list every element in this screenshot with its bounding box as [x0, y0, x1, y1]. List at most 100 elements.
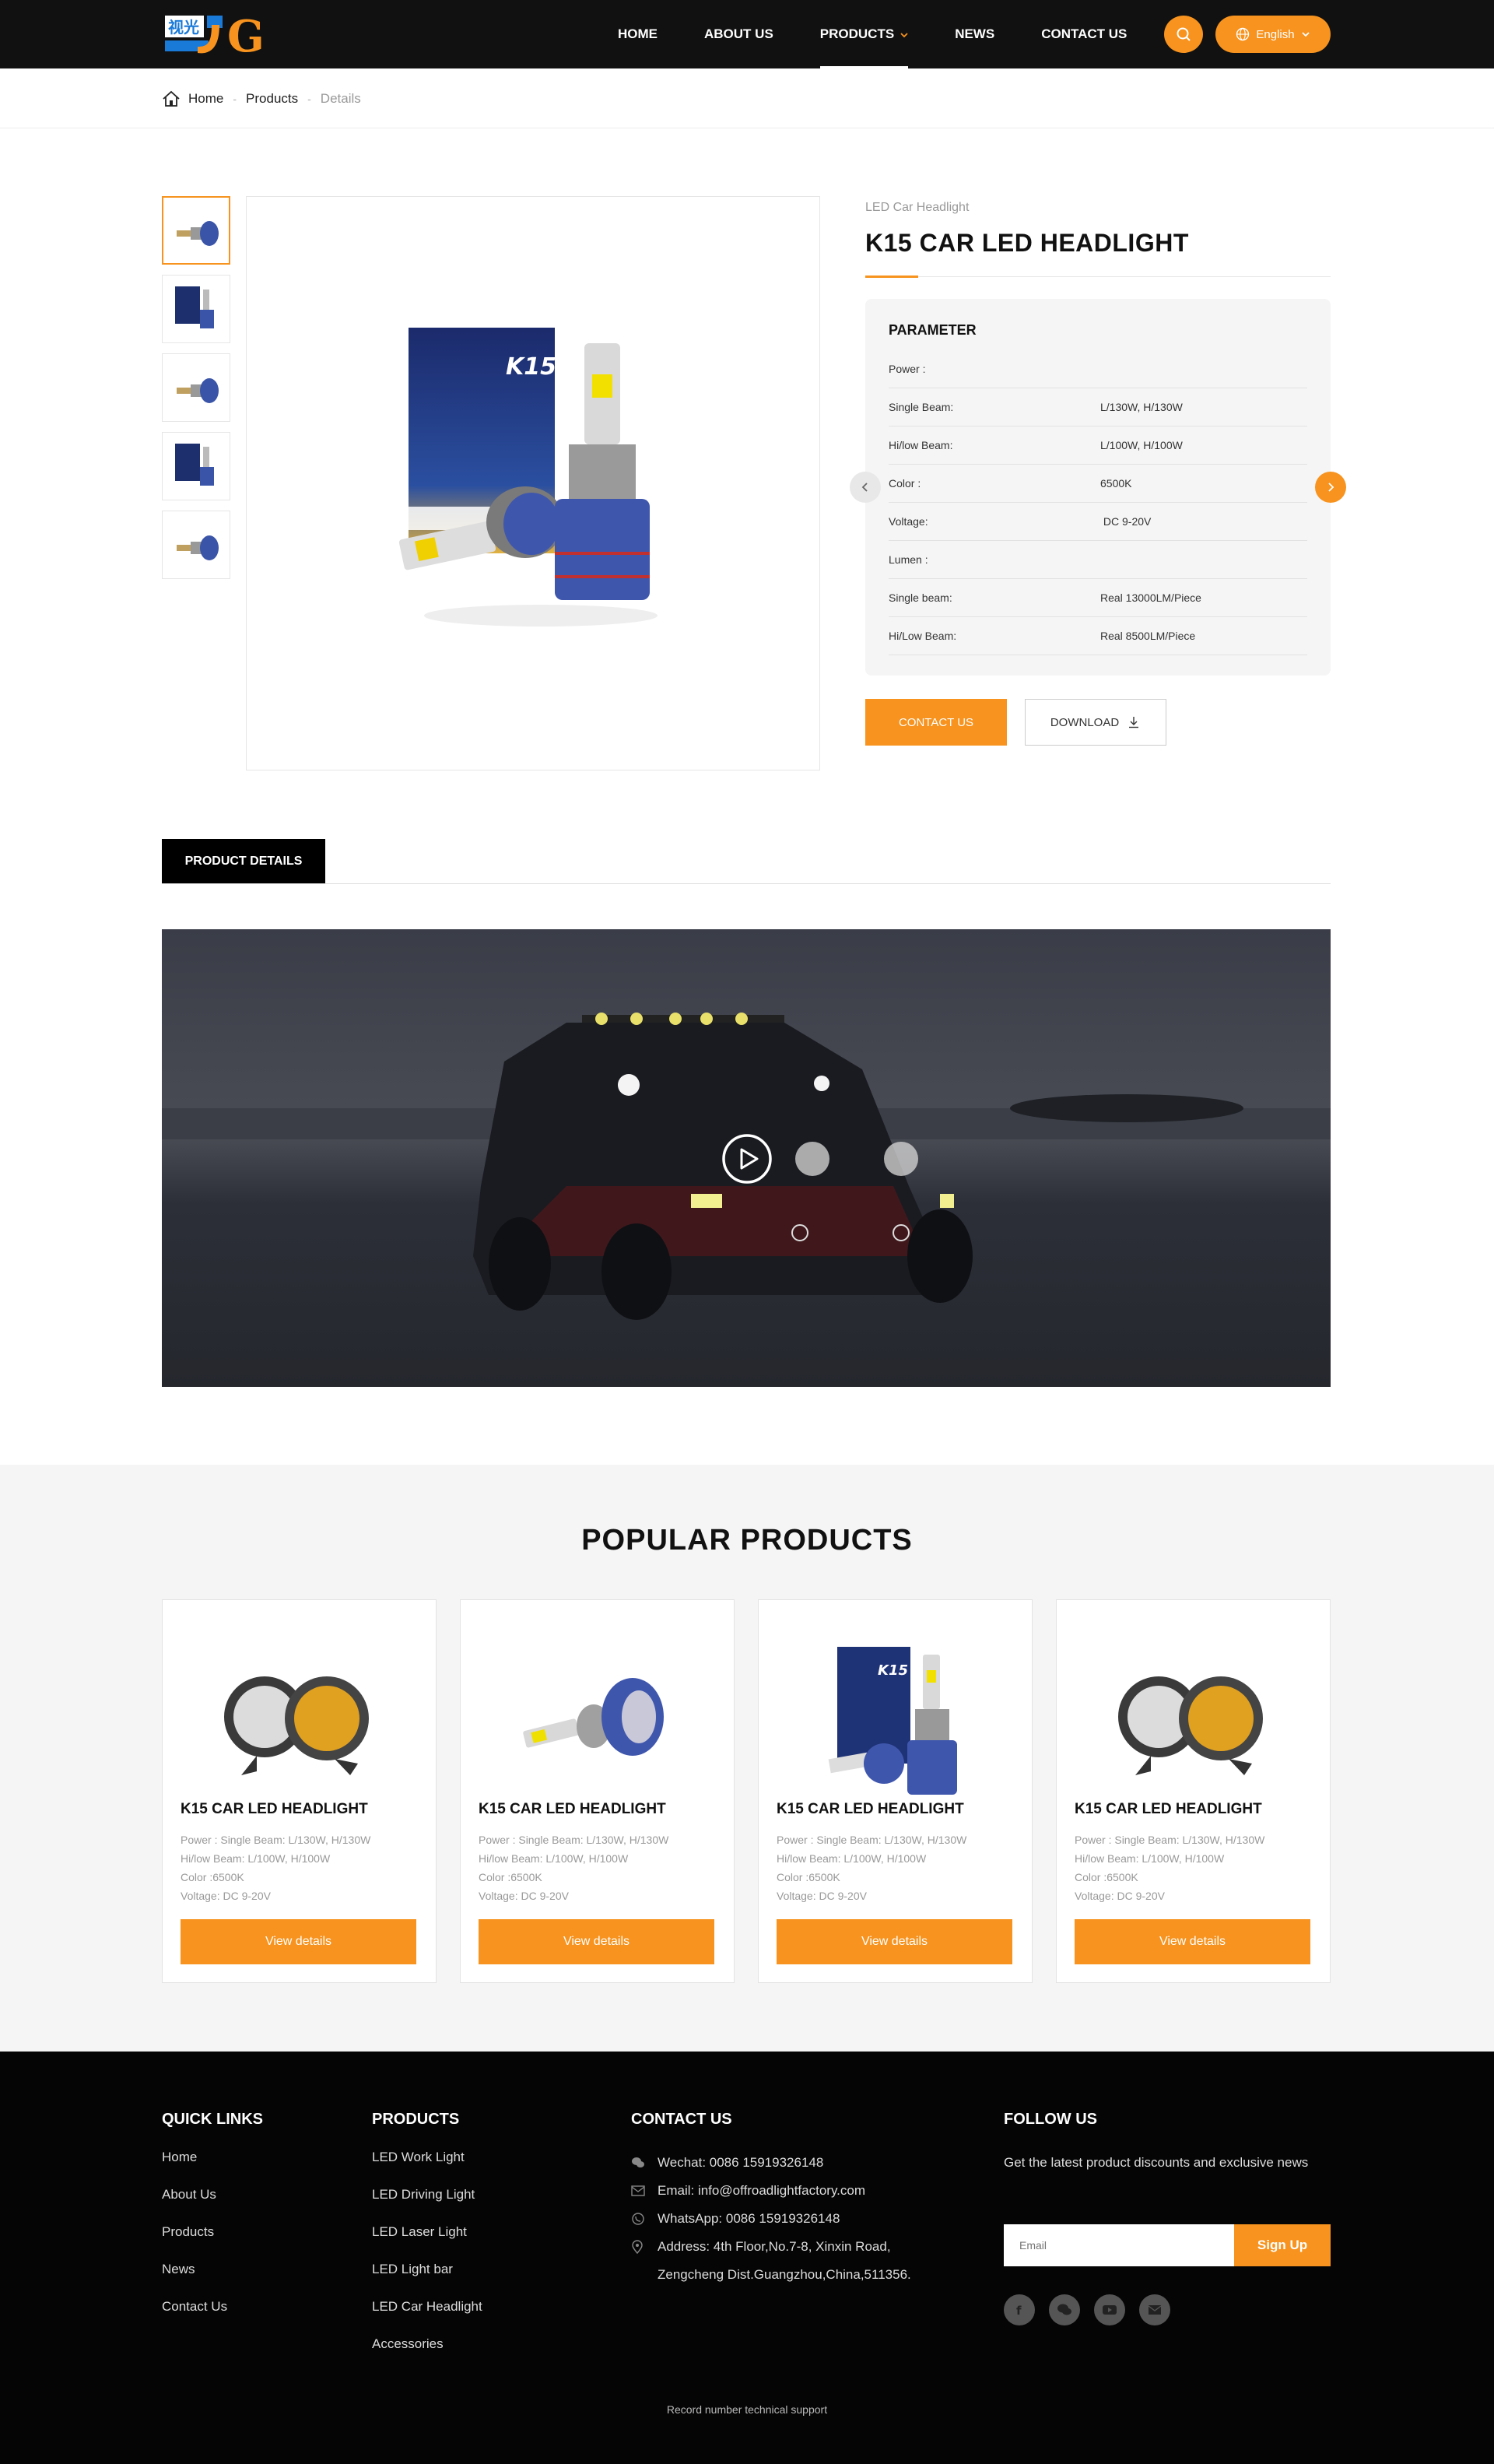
view-details-button[interactable]: View details: [181, 1919, 416, 1964]
whatsapp-icon: [631, 2205, 648, 2233]
spec-line: Voltage: DC 9-20V: [1075, 1890, 1165, 1902]
globe-icon: [1236, 27, 1250, 41]
parameter-key: Hi/Low Beam:: [889, 630, 957, 642]
wechat-icon: [631, 2149, 648, 2177]
download-button[interactable]: DOWNLOAD: [1025, 699, 1166, 746]
svg-text:K15: K15: [878, 1662, 908, 1679]
thumbnail-3[interactable]: [162, 353, 230, 422]
footer-wechat: Wechat: 0086 15919326148: [631, 2149, 911, 2177]
wechat-icon[interactable]: [1049, 2294, 1080, 2325]
footer-link-news[interactable]: News: [162, 2261, 263, 2298]
mail-icon[interactable]: [1139, 2294, 1170, 2325]
email-input[interactable]: [1004, 2224, 1234, 2266]
parameter-key: Single Beam:: [889, 401, 954, 413]
parameter-row: Single beam: Real 13000LM/Piece: [889, 579, 1307, 617]
breadcrumb-separator: -: [307, 93, 311, 105]
chevron-left-icon: [861, 483, 868, 492]
product-card-title[interactable]: K15 CAR LED HEADLIGHT: [181, 1801, 368, 1818]
footer-link-about-us[interactable]: About Us: [162, 2186, 263, 2224]
parameter-row: Hi/low Beam: L/100W, H/100W: [889, 426, 1307, 465]
footer-link-led-laser-light[interactable]: LED Laser Light: [372, 2224, 482, 2261]
parameter-row: Voltage: DC 9-20V: [889, 503, 1307, 541]
footer-link-led-work-light[interactable]: LED Work Light: [372, 2149, 482, 2186]
product-card-specs: Power : Single Beam: L/130W, H/130W Hi/l…: [1075, 1830, 1264, 1905]
nav-products[interactable]: PRODUCTS: [797, 0, 931, 68]
product-card[interactable]: K15 K15 CAR LED HEADLIGHT Power : Single…: [758, 1599, 1033, 1983]
nav-contact-us[interactable]: CONTACT US: [1018, 0, 1150, 68]
footer-link-led-driving-light[interactable]: LED Driving Light: [372, 2186, 482, 2224]
play-button[interactable]: [721, 1133, 773, 1185]
breadcrumb-products[interactable]: Products: [246, 91, 298, 107]
play-icon: [722, 1134, 772, 1184]
footer-link-contact-us[interactable]: Contact Us: [162, 2298, 263, 2336]
site-header: 视光 G HOME ABOUT US PRODUCTS NEWS CONTACT…: [0, 0, 1494, 68]
nav-news[interactable]: NEWS: [931, 0, 1018, 68]
tab-product-details[interactable]: PRODUCT DETAILS: [162, 839, 325, 884]
spec-line: Voltage: DC 9-20V: [479, 1890, 569, 1902]
footer-whatsapp[interactable]: WhatsApp: 0086 15919326148: [631, 2205, 911, 2233]
chevron-down-icon: [1301, 32, 1310, 37]
main-product-image[interactable]: K15: [246, 196, 820, 770]
product-card-title[interactable]: K15 CAR LED HEADLIGHT: [1075, 1801, 1262, 1818]
footer-link-accessories[interactable]: Accessories: [372, 2336, 482, 2373]
spec-line: Color :6500K: [1075, 1871, 1138, 1883]
footer-follow: FOLLOW US Get the latest product discoun…: [1004, 2111, 1338, 2177]
spec-line: Power : Single Beam: L/130W, H/130W: [181, 1834, 371, 1846]
view-details-button[interactable]: View details: [1075, 1919, 1310, 1964]
facebook-icon[interactable]: f: [1004, 2294, 1035, 2325]
footer-whatsapp-text: WhatsApp: 0086 15919326148: [658, 2211, 840, 2226]
search-icon: [1177, 27, 1191, 41]
thumbnail-4[interactable]: [162, 432, 230, 500]
thumbnail-list: [162, 196, 232, 589]
divider: [162, 883, 1331, 884]
home-icon: [163, 90, 180, 107]
product-card[interactable]: K15 CAR LED HEADLIGHT Power : Single Bea…: [162, 1599, 437, 1983]
search-button[interactable]: [1164, 16, 1203, 53]
spec-line: Power : Single Beam: L/130W, H/130W: [479, 1834, 669, 1846]
product-card-specs: Power : Single Beam: L/130W, H/130W Hi/l…: [479, 1830, 668, 1905]
thumbnail-1[interactable]: [162, 196, 230, 265]
product-card-image[interactable]: [461, 1608, 734, 1834]
product-title: K15 CAR LED HEADLIGHT: [865, 229, 1189, 257]
breadcrumb-home[interactable]: Home: [188, 91, 223, 107]
product-card-title[interactable]: K15 CAR LED HEADLIGHT: [479, 1801, 666, 1818]
thumbnail-5[interactable]: [162, 511, 230, 579]
company-logo[interactable]: 视光 G: [162, 9, 283, 62]
footer-address-text: Address: 4th Floor,No.7-8, Xinxin Road, Z…: [658, 2233, 911, 2289]
parameter-value: L/100W, H/100W: [1100, 439, 1183, 451]
footer-link-products[interactable]: Products: [162, 2224, 263, 2261]
main-nav: HOME ABOUT US PRODUCTS NEWS CONTACT US: [594, 0, 1150, 68]
view-details-button[interactable]: View details: [777, 1919, 1012, 1964]
footer-contact: CONTACT US Wechat: 0086 15919326148 Emai…: [631, 2111, 911, 2289]
product-card-title[interactable]: K15 CAR LED HEADLIGHT: [777, 1801, 964, 1818]
spec-line: Hi/low Beam: L/100W, H/100W: [1075, 1852, 1225, 1865]
thumbnail-2[interactable]: [162, 275, 230, 343]
footer-link-led-car-headlight[interactable]: LED Car Headlight: [372, 2298, 482, 2336]
youtube-icon[interactable]: [1094, 2294, 1125, 2325]
parameter-row: Color : 6500K: [889, 465, 1307, 503]
product-category: LED Car Headlight: [865, 201, 970, 214]
product-card[interactable]: K15 CAR LED HEADLIGHT Power : Single Bea…: [1056, 1599, 1331, 1983]
view-details-button[interactable]: View details: [479, 1919, 714, 1964]
footer-link-led-light-bar[interactable]: LED Light bar: [372, 2261, 482, 2298]
language-selector[interactable]: English: [1215, 16, 1331, 53]
nav-about-us[interactable]: ABOUT US: [681, 0, 797, 68]
parameter-key: Single beam:: [889, 591, 952, 604]
parameter-value: L/130W, H/130W: [1100, 401, 1183, 413]
footer-address: Address: 4th Floor,No.7-8, Xinxin Road, Z…: [631, 2233, 911, 2289]
product-card-image[interactable]: [1057, 1608, 1330, 1834]
footer-email[interactable]: Email: info@offroadlightfactory.com: [631, 2177, 911, 2205]
svg-text:f: f: [1016, 2304, 1022, 2316]
next-arrow-button[interactable]: [1315, 472, 1346, 503]
prev-arrow-button[interactable]: [850, 472, 881, 503]
product-card[interactable]: K15 CAR LED HEADLIGHT Power : Single Bea…: [460, 1599, 735, 1983]
chevron-right-icon: [1328, 483, 1334, 492]
nav-home[interactable]: HOME: [594, 0, 681, 68]
product-card-image[interactable]: K15: [759, 1608, 1032, 1834]
contact-us-button[interactable]: CONTACT US: [865, 699, 1007, 746]
spec-line: Hi/low Beam: L/100W, H/100W: [181, 1852, 331, 1865]
spec-line: Hi/low Beam: L/100W, H/100W: [777, 1852, 927, 1865]
sign-up-button[interactable]: Sign Up: [1234, 2224, 1331, 2266]
product-card-image[interactable]: [163, 1608, 436, 1834]
footer-link-home[interactable]: Home: [162, 2149, 263, 2186]
